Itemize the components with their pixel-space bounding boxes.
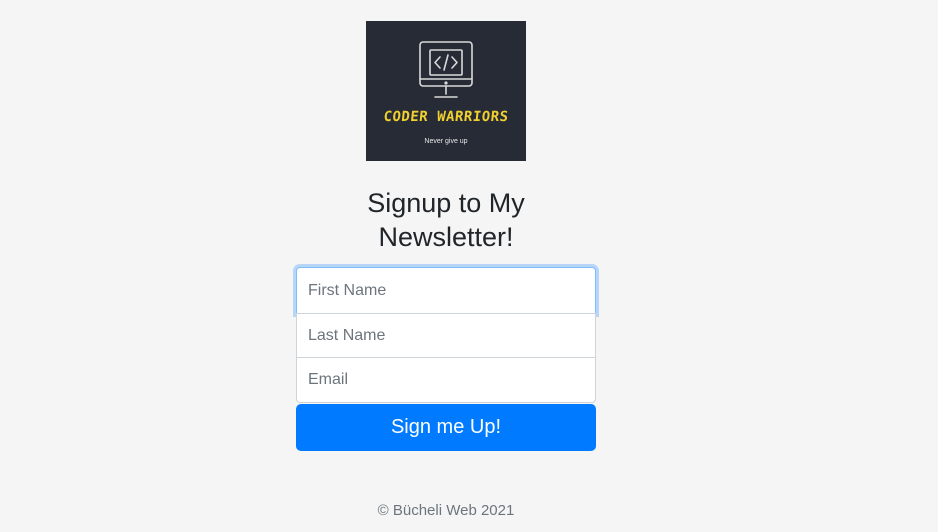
sign-up-button[interactable]: Sign me Up! <box>296 404 596 451</box>
page-title-line1: Signup to My <box>367 188 525 218</box>
footer-copyright: © Bücheli Web 2021 <box>377 502 515 519</box>
monitor-code-icon <box>419 41 473 98</box>
coder-warriors-logo: CODER WARRIORS Never give up <box>366 21 526 161</box>
page-title: Signup to My Newsletter! <box>296 186 596 254</box>
first-name-input[interactable] <box>296 267 596 314</box>
signup-page: CODER WARRIORS Never give up Signup to M… <box>0 0 938 532</box>
logo-name: CODER WARRIORS <box>382 109 510 125</box>
last-name-input[interactable] <box>296 313 596 358</box>
email-input[interactable] <box>296 357 596 403</box>
page-title-line2: Newsletter! <box>378 222 514 252</box>
logo-tagline: Never give up <box>424 138 468 145</box>
